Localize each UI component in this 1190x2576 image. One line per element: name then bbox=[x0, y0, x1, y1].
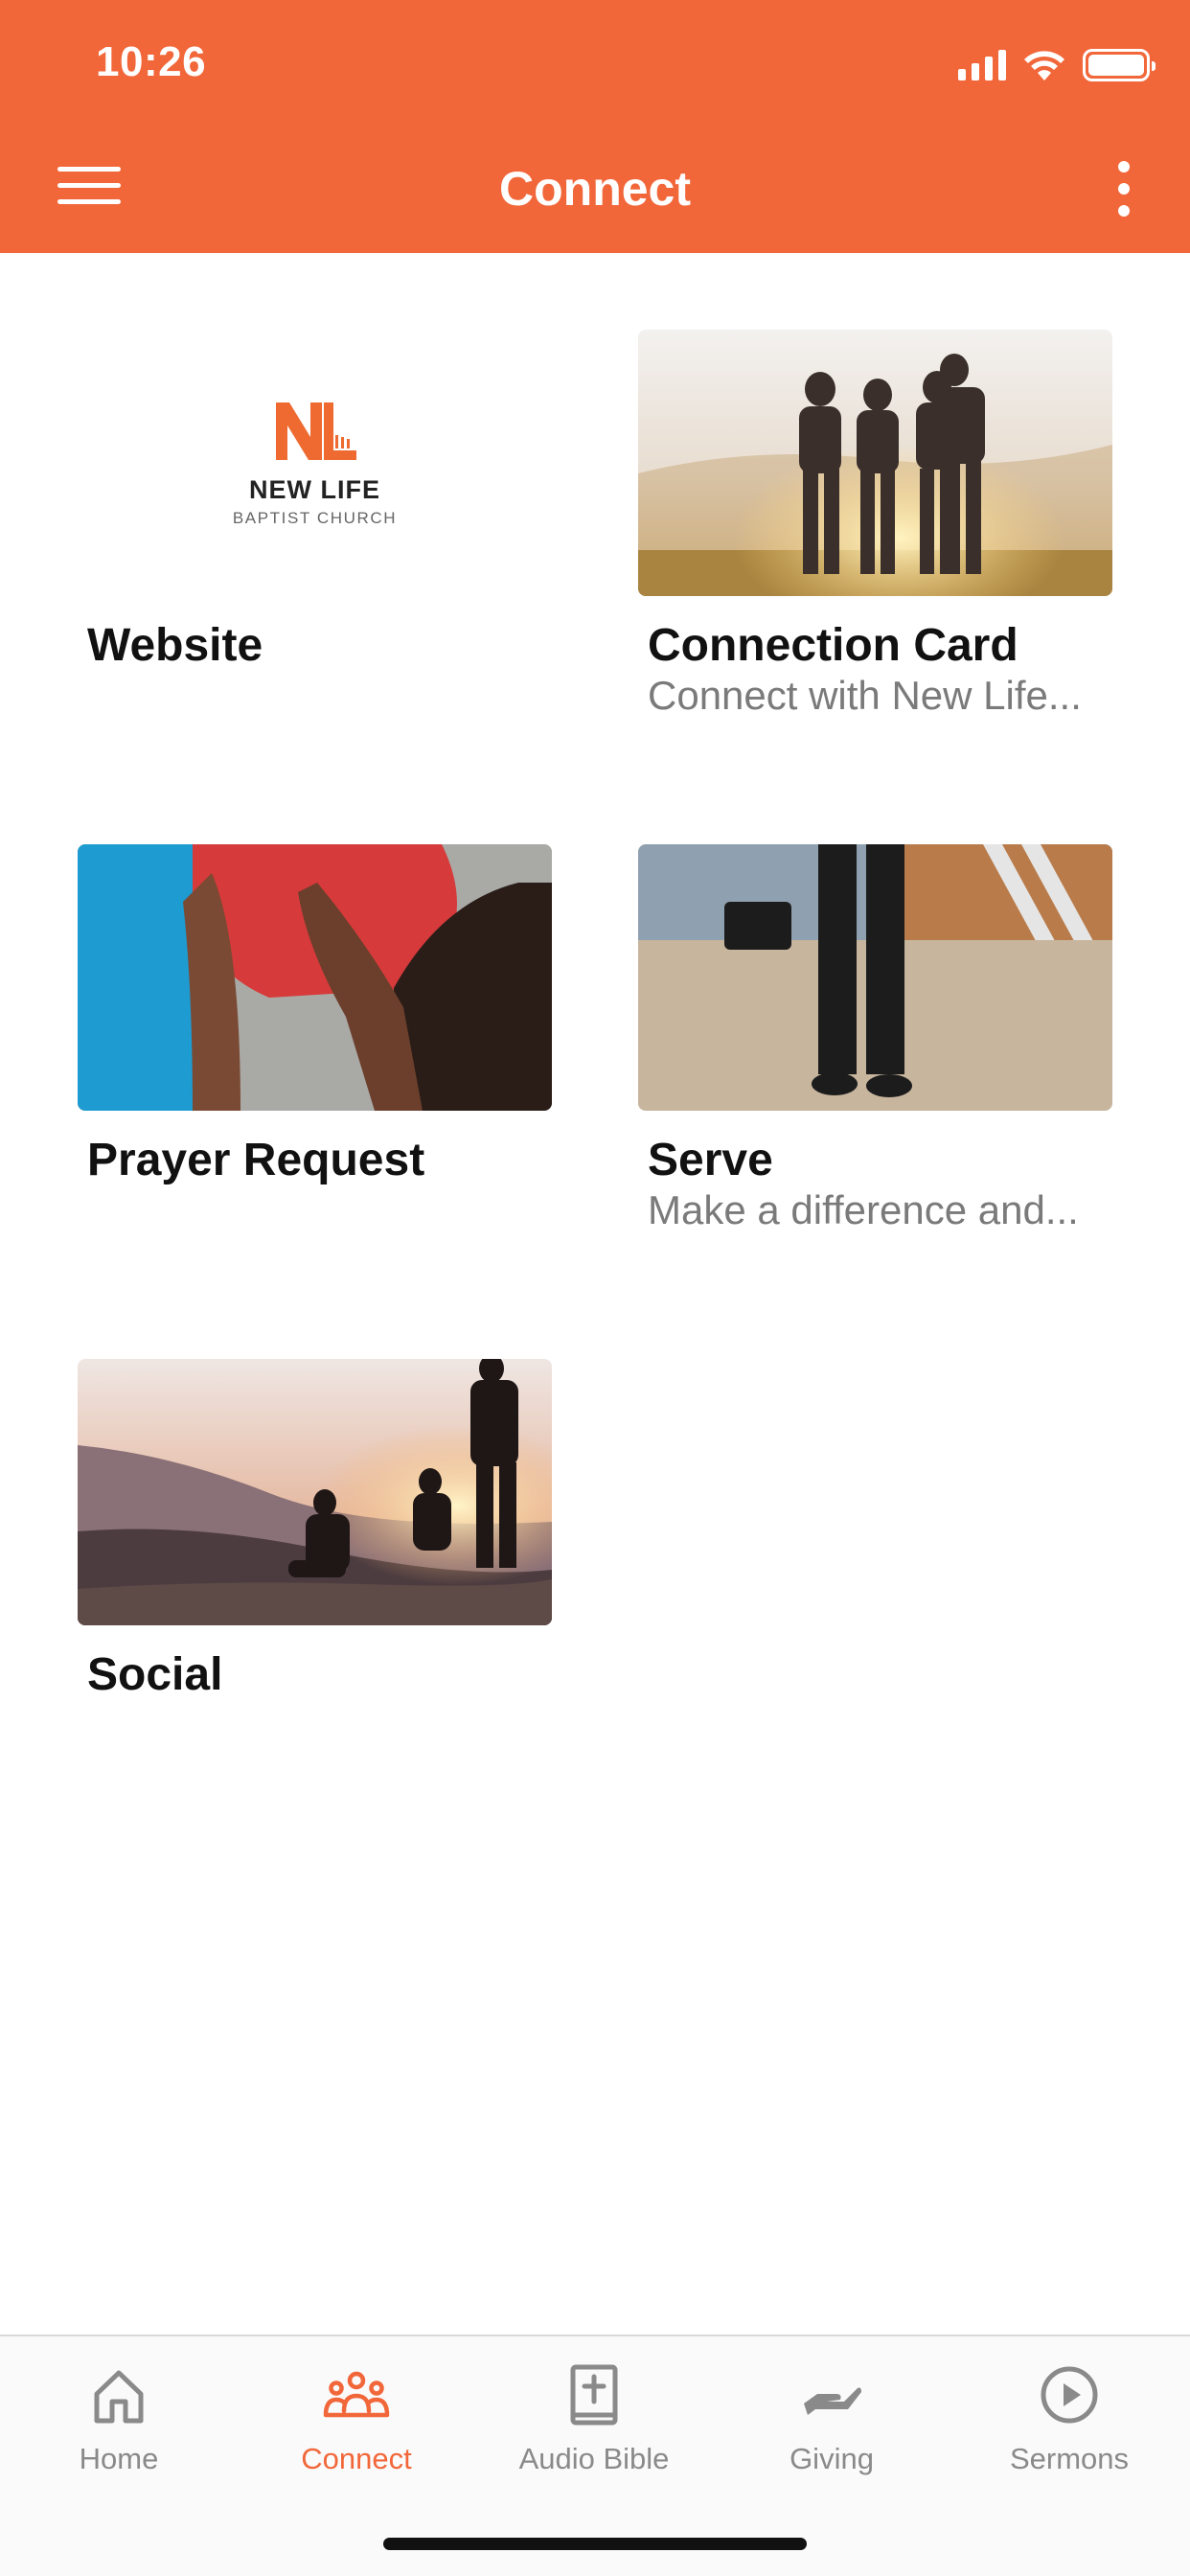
tab-giving[interactable]: Giving bbox=[717, 2361, 947, 2476]
tab-home[interactable]: Home bbox=[4, 2361, 234, 2476]
tile-label: Serve bbox=[648, 1135, 773, 1185]
tab-label: Connect bbox=[301, 2442, 412, 2475]
more-options-button[interactable] bbox=[1110, 159, 1138, 218]
new-life-logo: NEW LIFE BAPTIST CHURCH bbox=[78, 330, 552, 596]
people-sunset-mountains-photo bbox=[78, 1359, 552, 1625]
person-standing-sand-photo bbox=[638, 844, 1112, 1111]
tile-label: Prayer Request bbox=[87, 1135, 425, 1185]
bible-cross-icon bbox=[570, 2364, 618, 2426]
tab-label: Home bbox=[79, 2442, 159, 2475]
tab-label: Giving bbox=[790, 2442, 874, 2475]
hands-high-five-photo bbox=[78, 844, 552, 1111]
tab-audio-bible[interactable]: Audio Bible bbox=[479, 2361, 709, 2476]
status-time: 10:26 bbox=[96, 38, 207, 85]
friends-sunset-photo bbox=[638, 330, 1112, 596]
tab-label: Sermons bbox=[1009, 2442, 1130, 2475]
tile-label: Connection Card bbox=[648, 620, 1018, 671]
tile-label: Website bbox=[87, 620, 263, 671]
logo-subtitle: BAPTIST CHURCH bbox=[232, 508, 398, 527]
home-indicator[interactable] bbox=[383, 2538, 807, 2550]
tile-website[interactable]: NEW LIFE BAPTIST CHURCH Website bbox=[78, 330, 552, 671]
tile-social[interactable]: Social bbox=[78, 1359, 552, 1700]
cellular-signal-icon bbox=[958, 50, 1006, 80]
tile-serve[interactable]: Serve Make a difference and... bbox=[638, 844, 1112, 1232]
people-group-icon bbox=[323, 2371, 390, 2418]
battery-icon bbox=[1083, 49, 1156, 81]
play-circle-icon bbox=[1041, 2366, 1098, 2424]
new-life-logo-mark-icon bbox=[275, 402, 356, 460]
app-header: 10:26 Connect bbox=[0, 0, 1190, 253]
tile-connection-card[interactable]: Connection Card Connect with New Life... bbox=[638, 330, 1112, 718]
tile-label: Social bbox=[87, 1649, 223, 1700]
giving-hand-icon bbox=[804, 2387, 861, 2415]
tile-subtitle: Make a difference and... bbox=[648, 1187, 1079, 1232]
house-icon bbox=[94, 2370, 144, 2424]
tile-prayer-request[interactable]: Prayer Request bbox=[78, 844, 552, 1185]
tab-label: Audio Bible bbox=[518, 2442, 670, 2475]
tab-sermons[interactable]: Sermons bbox=[954, 2361, 1184, 2476]
page-title: Connect bbox=[499, 162, 691, 216]
wifi-icon bbox=[1024, 51, 1064, 80]
status-icons bbox=[958, 46, 1156, 84]
tab-connect[interactable]: Connect bbox=[241, 2361, 471, 2476]
tile-subtitle: Connect with New Life... bbox=[648, 673, 1082, 718]
logo-name: NEW LIFE bbox=[249, 474, 380, 504]
